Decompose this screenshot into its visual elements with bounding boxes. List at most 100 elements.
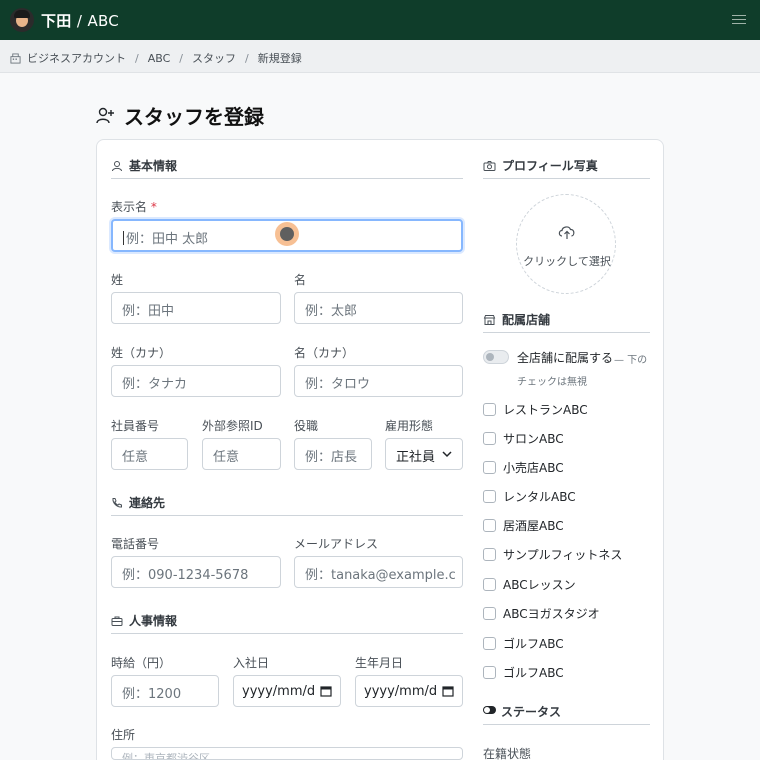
checkbox[interactable]: [483, 461, 496, 474]
section-hr-info: 人事情報: [111, 612, 177, 629]
section-profile-photo: プロフィール写真: [483, 157, 598, 174]
checkbox[interactable]: [483, 432, 496, 445]
section-basic-info: 基本情報: [111, 157, 177, 174]
store-checkbox[interactable]: ABCヨガスタジオ: [483, 605, 600, 622]
hamburger-menu-icon[interactable]: [732, 12, 746, 26]
email-input[interactable]: 例：tanaka@example.c: [294, 556, 463, 588]
chevron-down-icon: [442, 451, 452, 458]
photo-select-label: クリックして選択: [523, 255, 611, 268]
assign-all-note: — 下の: [614, 355, 648, 366]
checkbox[interactable]: [483, 490, 496, 503]
cloud-upload-icon: [558, 226, 575, 239]
store-checkbox[interactable]: ABCレッスン: [483, 576, 576, 593]
last-name-input[interactable]: 例：田中: [111, 292, 281, 324]
employee-no-label: 社員番号: [111, 419, 160, 433]
brand-separator: /: [76, 12, 83, 30]
birth-date-input[interactable]: yyyy/mm/d: [355, 675, 463, 707]
display-name-label: 表示名 *: [111, 200, 157, 214]
section-status: ステータス: [501, 703, 561, 720]
external-id-input[interactable]: 任意: [202, 438, 281, 470]
toggle-icon: [483, 706, 496, 714]
shop-icon: [483, 314, 496, 325]
store-label: ABCヨガスタジオ: [503, 607, 600, 621]
section-status-title: ステータス: [501, 705, 562, 719]
avatar[interactable]: [10, 8, 34, 32]
checkbox[interactable]: [483, 637, 496, 650]
checkbox[interactable]: [483, 403, 496, 416]
last-name-label: 姓: [111, 273, 124, 287]
hourly-wage-label: 時給（円）: [111, 656, 172, 670]
person-icon: [112, 160, 122, 171]
camera-icon: [483, 160, 496, 171]
store-label: サンプルフィットネス: [503, 548, 623, 562]
breadcrumb-org[interactable]: ABC: [148, 52, 171, 65]
store-label: ゴルフABC: [503, 666, 564, 680]
building-icon: [10, 52, 21, 64]
assign-all-stores-label: 全店舗に配属する: [517, 351, 614, 365]
phone-input[interactable]: 例：090-1234-5678: [111, 556, 281, 588]
breadcrumb: ビジネスアカウント / ABC / スタッフ / 新規登録: [0, 40, 760, 73]
brand-title[interactable]: 下田 / ABC: [41, 10, 119, 31]
store-checkbox[interactable]: 小売店ABC: [483, 459, 564, 476]
store-label: 小売店ABC: [503, 461, 564, 475]
section-stores-title: 配属店舗: [502, 313, 551, 327]
profile-photo-upload[interactable]: クリックして選択: [516, 194, 616, 294]
first-name-input[interactable]: 例：太郎: [294, 292, 463, 324]
hire-date-value: yyyy/mm/d: [242, 683, 316, 699]
divider: [483, 332, 650, 333]
breadcrumb-staff[interactable]: スタッフ: [192, 50, 236, 66]
section-contact: 連絡先: [111, 494, 165, 511]
store-checkbox[interactable]: レストランABC: [483, 401, 588, 418]
birth-date-label: 生年月日: [355, 656, 404, 670]
breadcrumb-business-account[interactable]: ビジネスアカウント: [27, 50, 126, 66]
last-name-kana-input[interactable]: 例：タナカ: [111, 365, 281, 397]
store-label: サロンABC: [503, 432, 564, 446]
calendar-icon[interactable]: [320, 685, 332, 697]
employment-type-select[interactable]: 正社員: [385, 438, 463, 470]
phone-icon: [112, 497, 122, 508]
phone-label: 電話番号: [111, 537, 160, 551]
position-label: 役職: [294, 419, 319, 433]
address-label: 住所: [111, 728, 136, 742]
last-name-kana-label: 姓（カナ）: [111, 346, 172, 360]
store-checkbox[interactable]: サンプルフィットネス: [483, 546, 622, 563]
divider: [111, 633, 463, 634]
pointer-cursor: [275, 222, 299, 246]
position-input[interactable]: 例：店長: [294, 438, 372, 470]
hire-date-label: 入社日: [233, 656, 270, 670]
section-assigned-stores: 配属店舗: [483, 311, 550, 328]
address-input[interactable]: 例：東京都渋谷区...: [111, 747, 463, 760]
employment-type-value: 正社員: [396, 450, 436, 465]
store-checkbox[interactable]: サロンABC: [483, 430, 564, 447]
email-label: メールアドレス: [294, 537, 379, 551]
first-name-kana-label: 名（カナ）: [294, 346, 355, 360]
checkbox[interactable]: [483, 519, 496, 532]
hourly-wage-input[interactable]: 例：1200: [111, 675, 219, 707]
section-hr-title: 人事情報: [129, 614, 178, 628]
assign-all-stores-toggle[interactable]: [483, 350, 509, 364]
store-checkbox[interactable]: 居酒屋ABC: [483, 517, 564, 534]
assign-all-note-cont: チェックは無視: [517, 377, 587, 388]
external-id-label: 外部参照ID: [202, 419, 263, 433]
store-label: 居酒屋ABC: [503, 519, 564, 533]
section-contact-title: 連絡先: [129, 496, 166, 510]
checkbox[interactable]: [483, 607, 496, 620]
checkbox[interactable]: [483, 548, 496, 561]
person-add-icon: [96, 107, 114, 123]
divider: [111, 515, 463, 516]
store-checkbox[interactable]: ゴルフABC: [483, 635, 564, 652]
page-title: スタッフを登録: [124, 105, 264, 129]
calendar-icon[interactable]: [442, 685, 454, 697]
org-name: ABC: [87, 12, 119, 30]
checkbox[interactable]: [483, 578, 496, 591]
store-checkbox[interactable]: レンタルABC: [483, 488, 576, 505]
first-name-kana-input[interactable]: 例：タロウ: [294, 365, 463, 397]
store-checkbox[interactable]: ゴルフABC: [483, 664, 564, 681]
first-name-label: 名: [294, 273, 307, 287]
employment-type-label: 雇用形態: [385, 419, 434, 433]
employment-status-label: 在籍状態: [483, 747, 532, 760]
hire-date-input[interactable]: yyyy/mm/d: [233, 675, 341, 707]
checkbox[interactable]: [483, 666, 496, 679]
store-label: ゴルフABC: [503, 637, 564, 651]
employee-no-input[interactable]: 任意: [111, 438, 188, 470]
